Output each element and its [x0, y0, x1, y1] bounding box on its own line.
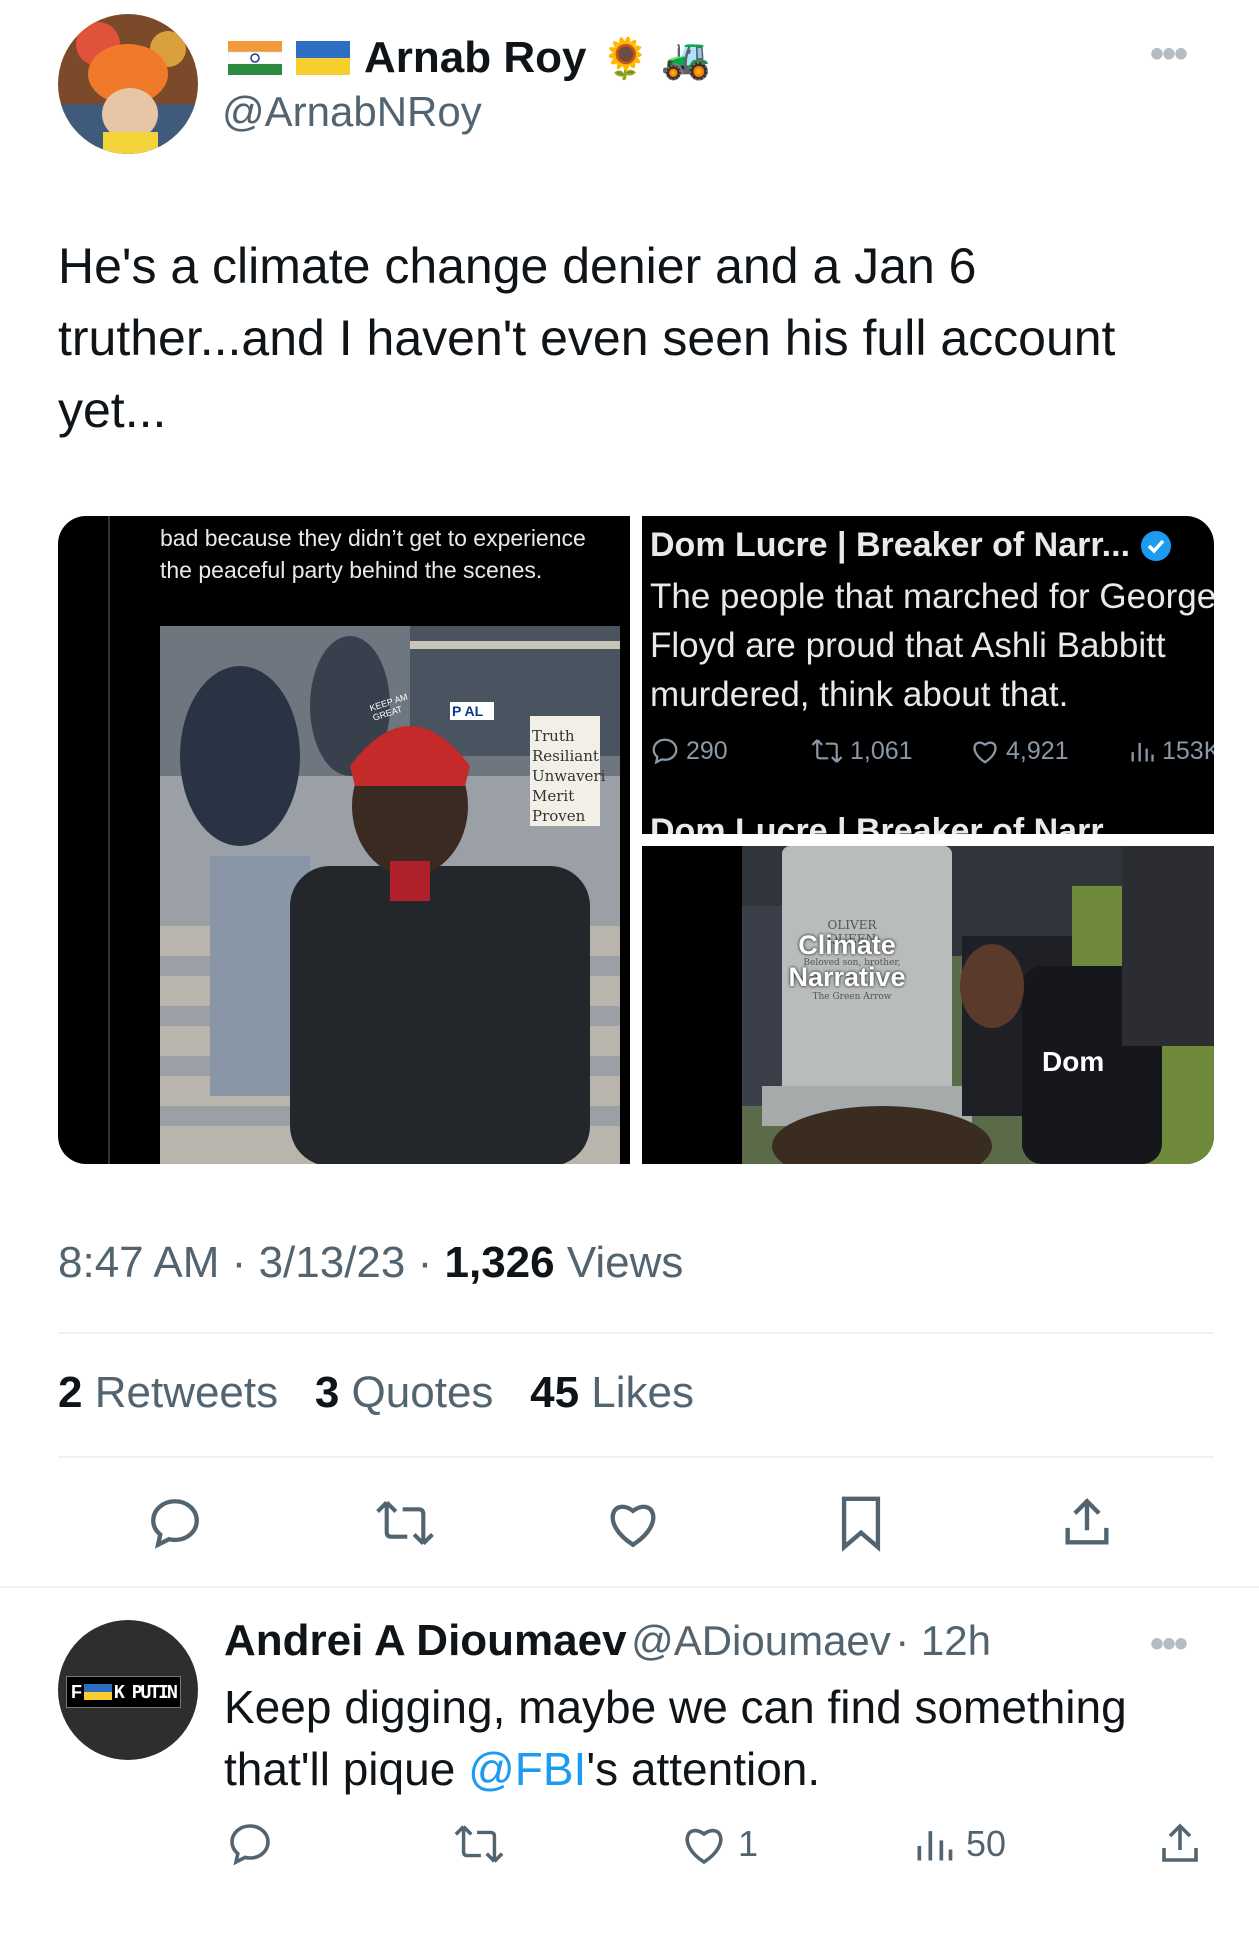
reply-author-name[interactable]: Andrei A Dioumaev [224, 1616, 627, 1665]
media-left[interactable]: bad because they didn’t get to experienc… [58, 516, 630, 1164]
sign-line: Unwaveri [532, 767, 606, 785]
reply-retweet-button[interactable] [452, 1820, 506, 1868]
bookmark-button[interactable] [826, 1488, 896, 1558]
grave-photo [742, 846, 1214, 1164]
like-button[interactable] [598, 1488, 668, 1558]
reply-reply-button[interactable] [226, 1820, 274, 1868]
reply-author-handle[interactable]: @ADioumaev [631, 1617, 891, 1664]
verified-icon [1140, 530, 1172, 562]
retweets-label: Retweets [94, 1368, 279, 1417]
left-caption: bad because they didn’t get to experienc… [160, 525, 586, 583]
quotes-stat[interactable]: 3 Quotes [315, 1368, 494, 1417]
sign-line: Truth [532, 727, 575, 745]
reply-icon [230, 1824, 270, 1866]
reply-icon [151, 1499, 199, 1549]
reply-share-button[interactable] [1156, 1820, 1204, 1868]
embedded-author-row: Dom Lucre | Breaker of Narr... [650, 526, 1172, 565]
sign-line: Merit [532, 787, 575, 805]
quotes-label: Quotes [351, 1368, 494, 1417]
reply-views-button[interactable]: 50 [912, 1820, 1006, 1868]
embedded-replies: 290 [650, 736, 728, 766]
grave-label-2: Narrative [788, 962, 906, 992]
reply-avatar[interactable]: F K PUTIN [58, 1620, 198, 1760]
retweet-button[interactable] [370, 1488, 440, 1558]
retweet-icon [811, 739, 843, 763]
divider [58, 1332, 1214, 1334]
reply-icon [652, 738, 678, 765]
fbi-mention-link[interactable]: @FBI [468, 1743, 586, 1795]
sign-small: P AL [450, 702, 494, 720]
thread-line [108, 516, 110, 1164]
reply-button[interactable] [140, 1488, 210, 1558]
like-icon [973, 741, 997, 764]
divider [58, 1456, 1214, 1458]
quotes-count: 3 [314, 1368, 340, 1417]
retweet-icon [454, 1825, 504, 1863]
reply-like-button[interactable]: 1 [680, 1820, 758, 1868]
reply-text: Keep digging, maybe we can find somethin… [224, 1676, 1184, 1800]
share-icon [1162, 1823, 1198, 1862]
embedded-actions: 290 1,061 4,921 153K [650, 736, 1214, 776]
retweets-stat[interactable]: 2 Retweets [58, 1368, 278, 1417]
divider [0, 1586, 1259, 1588]
like-icon [685, 1828, 723, 1865]
tweet-stats: 2 Retweets 3 Quotes 45 Likes [58, 1368, 694, 1418]
tweet-date[interactable]: 3/13/23 [259, 1238, 406, 1287]
bookmark-icon [841, 1496, 881, 1552]
tweet-text: He's a climate change denier and a Jan 6… [58, 238, 1116, 438]
more-icon[interactable]: ••• [1150, 1622, 1188, 1667]
embedded-likes: 4,921 [970, 736, 1069, 766]
media-top-right[interactable]: Dom Lucre | Breaker of Narr... The peopl… [642, 516, 1214, 834]
share-icon [1065, 1498, 1109, 1545]
tweet-meta: 8:47 AM · 3/13/23 · 1,326 Views [58, 1238, 684, 1287]
retweet-icon [376, 1500, 434, 1546]
likes-label: Likes [591, 1368, 695, 1417]
views-label: Views [566, 1238, 684, 1287]
author-name[interactable]: Arnab Roy [364, 33, 586, 83]
reply-time[interactable]: · 12h [895, 1617, 991, 1664]
share-button[interactable] [1052, 1488, 1122, 1558]
peek-author: Dom Lucre | Breaker of Narr... [650, 812, 1131, 834]
sign-line: Resiliant [532, 747, 599, 765]
grave-signature: The Green Arrow [812, 992, 892, 1002]
embedded-retweets: 1,061 [810, 736, 913, 766]
like-icon [610, 1504, 656, 1548]
embedded-author: Dom Lucre | Breaker of Narr... [650, 526, 1131, 564]
person-label: Dom [1042, 1046, 1105, 1077]
reply-views-count: 50 [966, 1823, 1007, 1864]
views-count: 1,326 [444, 1238, 555, 1287]
grave-label-1: Climate [798, 930, 896, 960]
name-emoji: 🌻 🚜 [600, 36, 712, 81]
india-flag-icon [227, 41, 283, 75]
author-handle[interactable]: @ArnabNRoy [222, 88, 482, 136]
avatar-text: F [71, 1681, 82, 1702]
ukraine-flag-icon [296, 41, 350, 75]
reply-like-count: 1 [738, 1823, 759, 1864]
views-icon [917, 1831, 953, 1861]
author-avatar[interactable] [58, 14, 198, 154]
likes-stat[interactable]: 45 Likes [530, 1368, 694, 1417]
likes-count: 45 [530, 1368, 580, 1417]
author-name-row[interactable]: Arnab Roy 🌻 🚜 [227, 28, 712, 88]
reply-text-after: 's attention. [586, 1743, 821, 1795]
views-icon [1131, 742, 1154, 762]
embedded-views: 153K [1128, 736, 1214, 766]
media-bottom-right[interactable]: OLIVER QUEEN Climate Beloved son, brothe… [642, 846, 1214, 1164]
ukraine-flag-icon [84, 1684, 112, 1700]
retweets-count: 2 [58, 1368, 83, 1417]
tweet-time[interactable]: 8:47 AM [58, 1238, 219, 1287]
embedded-text: The people that marched for George Floyd… [650, 577, 1214, 714]
sign-line: Proven [532, 807, 586, 825]
protest-sign: Truth Resiliant Unwaveri Merit Proven [532, 726, 606, 826]
more-icon[interactable]: ••• [1150, 32, 1188, 77]
avatar-text-2: K PUTIN [114, 1681, 178, 1703]
reply-header: Andrei A Dioumaev @ADioumaev · 12h [224, 1616, 991, 1666]
